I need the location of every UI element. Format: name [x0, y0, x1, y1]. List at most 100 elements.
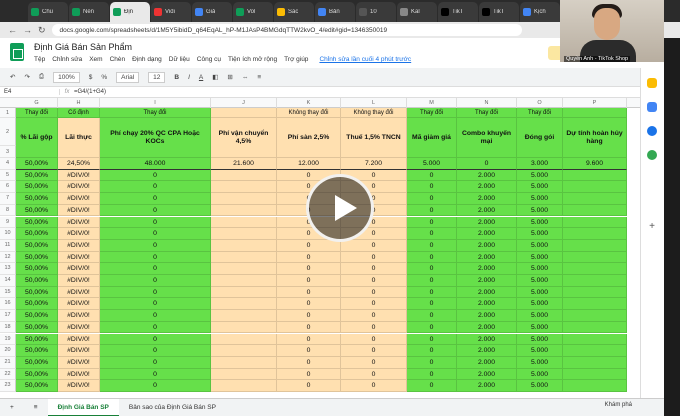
data-cell-thue-tncn[interactable]: 0 — [341, 239, 407, 252]
data-cell-phi-van-chuyen[interactable] — [211, 181, 277, 194]
maps-icon[interactable] — [647, 150, 657, 160]
data-cell-phi-van-chuyen[interactable] — [211, 333, 277, 346]
data-cell-thue-tncn[interactable]: 0 — [341, 275, 407, 287]
data-cell-phi-san[interactable]: 0 — [277, 310, 341, 322]
sheet-tab-copy[interactable]: Bản sao của Định Giá Bán SP — [119, 399, 226, 416]
column-title-lai-thuc[interactable]: Lãi thực — [58, 118, 100, 158]
data-cell-lai-gop[interactable]: 50,00% — [16, 228, 58, 240]
data-cell-phi-van-chuyen[interactable] — [211, 356, 277, 369]
data-cell-dong-goi[interactable]: 5.000 — [517, 181, 563, 194]
column-header[interactable]: G — [16, 98, 58, 108]
data-cell-du-tinh-hoan-huy[interactable] — [563, 345, 627, 357]
row-header[interactable]: 16 — [0, 298, 16, 311]
row-header[interactable]: 5 — [0, 169, 16, 182]
data-cell-phi-san[interactable]: 12.000 — [277, 158, 341, 170]
data-cell-combo-khuyen-mai[interactable]: 2.000 — [457, 321, 517, 334]
data-cell-phi-chay-qc[interactable]: 0 — [100, 228, 211, 240]
browser-tab[interactable]: 10 — [356, 2, 396, 22]
data-cell-phi-san[interactable]: 0 — [277, 286, 341, 299]
data-cell-lai-thuc[interactable]: #DIV/0! — [58, 321, 100, 334]
data-cell-lai-gop[interactable]: 50,00% — [16, 275, 58, 287]
data-cell-ma-giam-gia[interactable]: 0 — [407, 193, 457, 205]
data-cell-dong-goi[interactable]: 5.000 — [517, 345, 563, 357]
row-header[interactable]: 1 — [0, 108, 16, 118]
data-cell-combo-khuyen-mai[interactable]: 2.000 — [457, 181, 517, 194]
data-cell-combo-khuyen-mai[interactable]: 2.000 — [457, 333, 517, 346]
data-cell-phi-chay-qc[interactable]: 0 — [100, 251, 211, 264]
data-cell-ma-giam-gia[interactable]: 0 — [407, 275, 457, 287]
print-icon[interactable]: ⎙ — [39, 73, 44, 81]
data-cell-phi-van-chuyen[interactable] — [211, 275, 277, 287]
data-cell-phi-van-chuyen[interactable] — [211, 345, 277, 357]
data-cell-dong-goi[interactable]: 5.000 — [517, 356, 563, 369]
document-title[interactable]: Định Giá Bán Sản Phẩm — [34, 42, 132, 52]
data-cell-phi-van-chuyen[interactable] — [211, 228, 277, 240]
menu-item[interactable]: Tiện ích mở rộng — [228, 56, 277, 63]
data-cell-lai-thuc[interactable]: #DIV/0! — [58, 298, 100, 311]
column-title-thue-tncn[interactable]: Thuế 1,5% TNCN — [341, 118, 407, 158]
data-cell-lai-gop[interactable]: 50,00% — [16, 239, 58, 252]
data-cell-phi-chay-qc[interactable]: 0 — [100, 286, 211, 299]
data-cell-phi-chay-qc[interactable]: 0 — [100, 380, 211, 392]
browser-tab[interactable]: Sác — [274, 2, 314, 22]
formula-input[interactable]: =G4/(1+G4) — [74, 89, 106, 95]
data-cell-thue-tncn[interactable]: 0 — [341, 356, 407, 369]
data-cell-lai-gop[interactable]: 50,00% — [16, 263, 58, 275]
data-cell-phi-san[interactable]: 0 — [277, 345, 341, 357]
data-cell-thue-tncn[interactable]: 0 — [341, 286, 407, 299]
data-cell-phi-chay-qc[interactable]: 0 — [100, 298, 211, 311]
data-cell-ma-giam-gia[interactable]: 0 — [407, 310, 457, 322]
menu-item[interactable]: Định dạng — [132, 56, 162, 63]
row-header[interactable]: 21 — [0, 356, 16, 369]
data-cell-phi-van-chuyen[interactable] — [211, 298, 277, 311]
data-cell-du-tinh-hoan-huy[interactable] — [563, 310, 627, 322]
data-cell-ma-giam-gia[interactable]: 0 — [407, 298, 457, 311]
data-cell-lai-gop[interactable]: 50,00% — [16, 345, 58, 357]
browser-tab[interactable]: Giả — [192, 2, 232, 22]
data-cell-combo-khuyen-mai[interactable]: 2.000 — [457, 263, 517, 275]
menu-item[interactable]: Công cụ — [197, 56, 221, 63]
data-cell-dong-goi[interactable]: 5.000 — [517, 380, 563, 392]
data-cell-combo-khuyen-mai[interactable]: 2.000 — [457, 193, 517, 205]
data-cell-thue-tncn[interactable]: 0 — [341, 321, 407, 334]
data-cell-lai-gop[interactable]: 50,00% — [16, 321, 58, 334]
data-cell-dong-goi[interactable]: 5.000 — [517, 333, 563, 346]
data-cell-phi-van-chuyen[interactable]: 21.600 — [211, 158, 277, 170]
data-cell-du-tinh-hoan-huy[interactable] — [563, 204, 627, 217]
data-cell-thue-tncn[interactable]: 0 — [341, 345, 407, 357]
data-cell-dong-goi[interactable]: 5.000 — [517, 298, 563, 311]
row-header[interactable]: 4 — [0, 158, 16, 170]
data-cell-lai-thuc[interactable]: #DIV/0! — [58, 263, 100, 275]
all-sheets-icon[interactable]: ≡ — [24, 399, 48, 416]
percent-button[interactable]: % — [101, 74, 107, 81]
data-cell-phi-van-chuyen[interactable] — [211, 321, 277, 334]
data-cell-phi-san[interactable]: 0 — [277, 321, 341, 334]
data-cell-lai-thuc[interactable]: #DIV/0! — [58, 286, 100, 299]
data-cell-combo-khuyen-mai[interactable]: 2.000 — [457, 239, 517, 252]
data-cell-phi-san[interactable]: 0 — [277, 263, 341, 275]
status-cell-phi-chay-qc[interactable]: Thay đổi — [100, 108, 211, 118]
data-cell-du-tinh-hoan-huy[interactable] — [563, 263, 627, 275]
status-cell-dong-goi[interactable]: Thay đổi — [517, 108, 563, 118]
row-header[interactable]: 13 — [0, 263, 16, 275]
data-cell-lai-thuc[interactable]: #DIV/0! — [58, 356, 100, 369]
data-cell-ma-giam-gia[interactable]: 0 — [407, 286, 457, 299]
browser-tab[interactable]: TikT — [479, 2, 519, 22]
row-header[interactable]: 7 — [0, 193, 16, 205]
redo-icon[interactable]: ↷ — [24, 73, 29, 81]
data-cell-dong-goi[interactable]: 5.000 — [517, 321, 563, 334]
data-cell-lai-thuc[interactable]: #DIV/0! — [58, 333, 100, 346]
column-title-phi-van-chuyen[interactable]: Phí vận chuyển 4,5% — [211, 118, 277, 158]
row-header[interactable]: 8 — [0, 204, 16, 217]
back-icon[interactable]: ← — [8, 25, 17, 35]
data-cell-phi-van-chuyen[interactable] — [211, 286, 277, 299]
data-cell-phi-chay-qc[interactable]: 48.000 — [100, 158, 211, 170]
data-cell-lai-thuc[interactable]: #DIV/0! — [58, 228, 100, 240]
column-header[interactable]: H — [58, 98, 100, 108]
keep-icon[interactable] — [647, 78, 657, 88]
status-cell-phi-san[interactable]: Không thay đổi — [277, 108, 341, 118]
browser-tab[interactable]: Chu — [28, 2, 68, 22]
data-cell-du-tinh-hoan-huy[interactable] — [563, 193, 627, 205]
row-header[interactable]: 12 — [0, 251, 16, 264]
data-cell-thue-tncn[interactable]: 0 — [341, 298, 407, 311]
